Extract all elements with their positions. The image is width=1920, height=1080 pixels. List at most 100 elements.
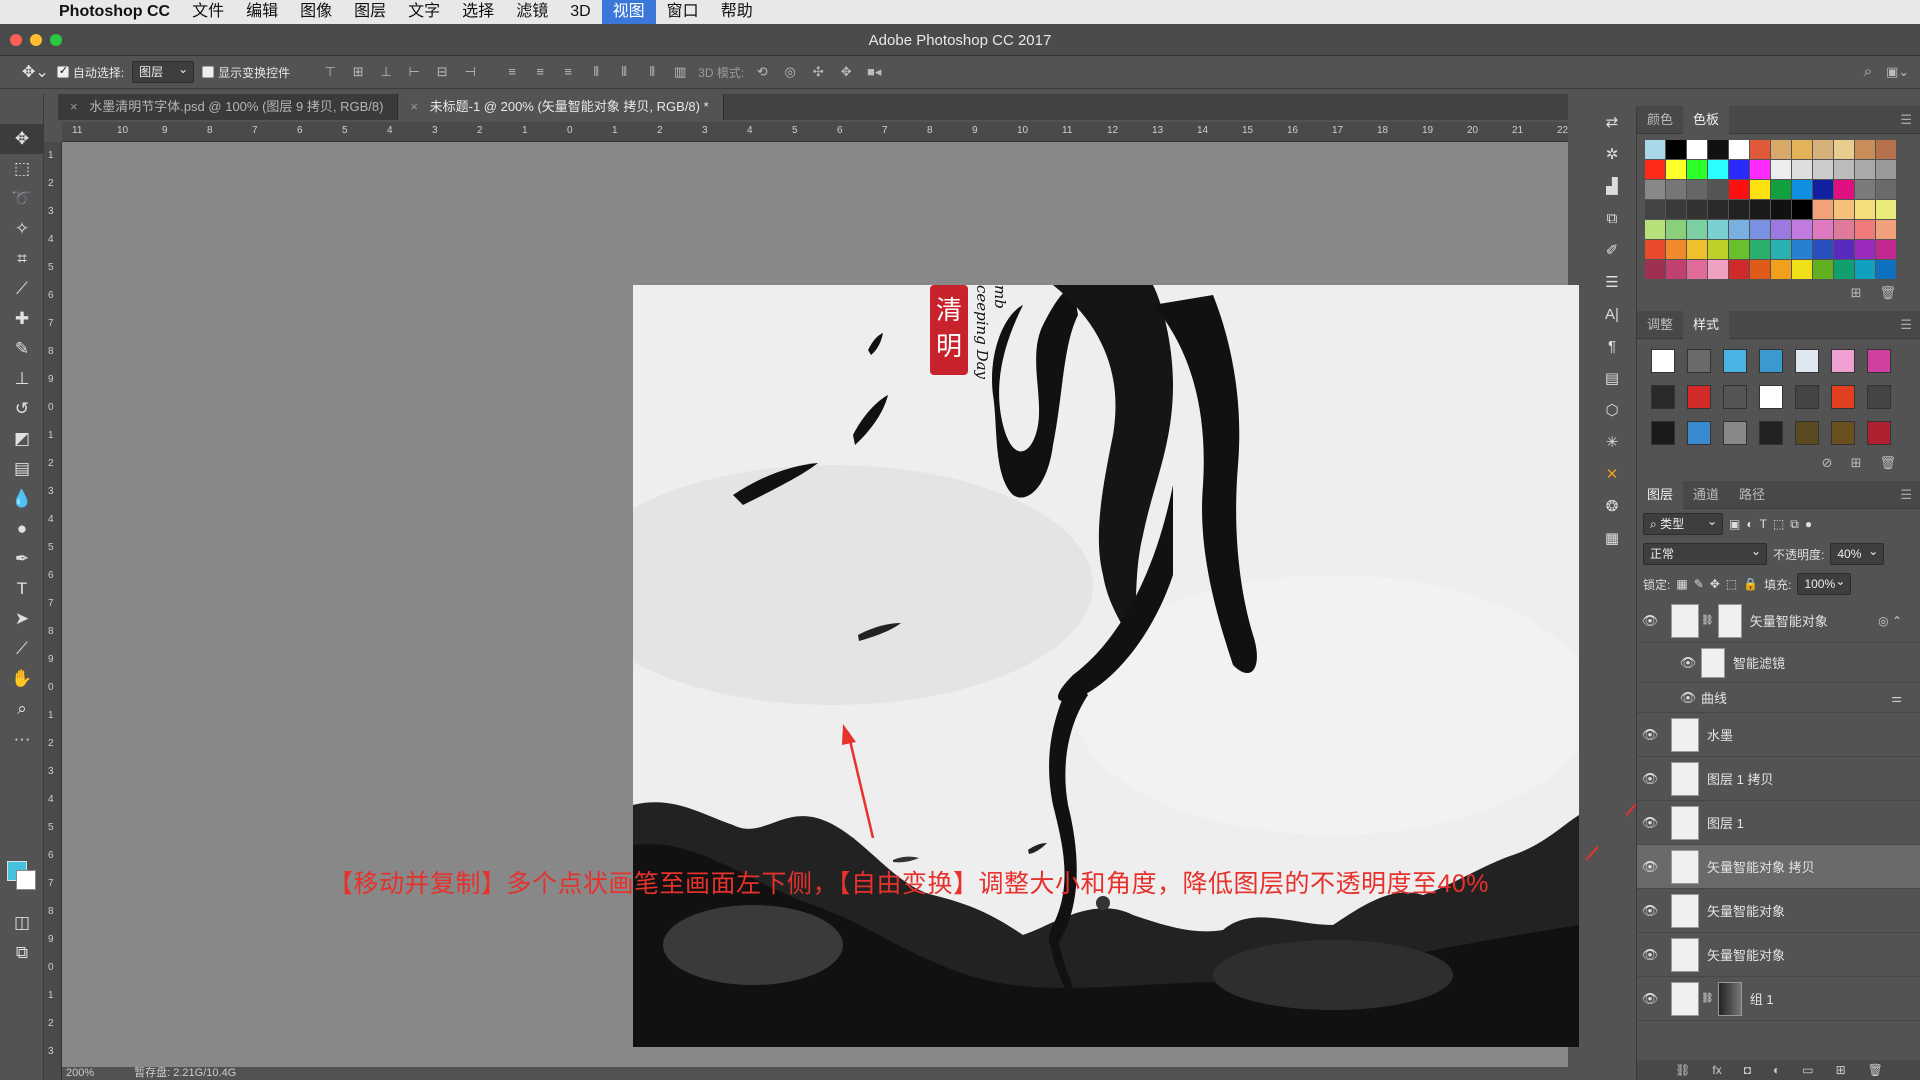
color-swatch[interactable] xyxy=(1750,240,1770,259)
color-swatch[interactable] xyxy=(1750,140,1770,159)
color-swatch[interactable] xyxy=(1813,260,1833,279)
history-panel-icon[interactable]: ⇄ xyxy=(1598,106,1626,138)
delete-swatch-icon[interactable]: 🗑 xyxy=(1879,285,1896,307)
color-swatch[interactable] xyxy=(1834,260,1854,279)
line-tool-icon[interactable]: ⟋ xyxy=(0,634,44,664)
align-left-icon[interactable]: ⊢ xyxy=(404,62,424,82)
lock-all-icon[interactable]: 🔒 xyxy=(1743,577,1758,591)
color-swatch[interactable] xyxy=(1729,240,1749,259)
color-swatch[interactable] xyxy=(1792,200,1812,219)
dodge-tool-icon[interactable]: ● xyxy=(0,514,44,544)
link-layers-icon[interactable]: ⛓ xyxy=(1675,1063,1690,1077)
color-swatch[interactable] xyxy=(1792,160,1812,179)
color-swatch[interactable] xyxy=(1792,260,1812,279)
color-swatch[interactable] xyxy=(1855,240,1875,259)
eyedropper-tool-icon[interactable]: ⟋ xyxy=(0,274,44,304)
menu-view[interactable]: 视图 xyxy=(601,0,656,24)
menu-image[interactable]: 图像 xyxy=(289,0,343,24)
tools-preset-icon[interactable]: ✕ xyxy=(1598,458,1626,490)
color-swatch[interactable] xyxy=(1813,180,1833,199)
auto-select-checkbox[interactable]: 自动选择: xyxy=(56,64,124,81)
distribute-top-icon[interactable]: ≡ xyxy=(502,62,522,82)
layer-row-group[interactable]: 👁 ⛓ 组 1 xyxy=(1637,977,1920,1021)
color-swatch[interactable] xyxy=(1813,220,1833,239)
tab-swatches[interactable]: 色板 xyxy=(1683,105,1730,134)
color-swatch[interactable] xyxy=(1771,240,1791,259)
color-swatch[interactable] xyxy=(1708,220,1728,239)
color-swatch[interactable] xyxy=(1645,260,1665,279)
lock-transparency-icon[interactable]: ▦ xyxy=(1676,577,1687,591)
type-tool-icon[interactable]: T xyxy=(0,574,44,604)
layer-row-selected[interactable]: 👁 矢量智能对象 拷贝 xyxy=(1637,845,1920,889)
crop-tool-icon[interactable]: ⌗ xyxy=(0,244,44,274)
layer-row[interactable]: 👁 矢量智能对象 xyxy=(1637,933,1920,977)
color-swatch[interactable] xyxy=(1645,200,1665,219)
align-right-icon[interactable]: ⊣ xyxy=(460,62,480,82)
menu-edit[interactable]: 编辑 xyxy=(235,0,289,24)
style-preset[interactable] xyxy=(1831,385,1855,409)
color-swatch[interactable] xyxy=(1813,240,1833,259)
menu-3d[interactable]: 3D xyxy=(559,0,601,24)
fill-input[interactable]: 100% xyxy=(1797,571,1852,595)
canvas-workspace[interactable]: 清明 mb ceeping Day ➚ xyxy=(62,142,1579,1067)
color-swatch[interactable] xyxy=(1771,140,1791,159)
color-swatch[interactable] xyxy=(1813,140,1833,159)
align-hcenter-icon[interactable]: ⊟ xyxy=(432,62,452,82)
visibility-eye-icon[interactable]: 👁 xyxy=(1675,690,1701,706)
new-layer-icon[interactable]: ⊞ xyxy=(1836,1063,1846,1077)
menu-window[interactable]: 窗口 xyxy=(656,0,710,24)
color-swatch[interactable] xyxy=(1855,260,1875,279)
horizontal-ruler[interactable]: 11 10 9 8 7 6 5 4 3 2 1 0 1 2 3 4 5 6 7 8 9 10 11 12 13 14 15 16 17 1… xyxy=(62,122,1568,142)
color-swatch[interactable] xyxy=(1855,180,1875,199)
style-preset[interactable] xyxy=(1651,421,1675,445)
distribute-left-icon[interactable]: ⫴ xyxy=(586,62,606,82)
style-preset[interactable] xyxy=(1687,385,1711,409)
color-swatch[interactable] xyxy=(1834,180,1854,199)
move-tool-icon[interactable]: ✥ xyxy=(0,124,44,154)
3d-roll-icon[interactable]: ◎ xyxy=(780,62,800,82)
panel-menu-icon[interactable]: ☰ xyxy=(1900,112,1912,128)
distribute-hcenter-icon[interactable]: ⫴ xyxy=(614,62,634,82)
magic-wand-tool-icon[interactable]: ✧ xyxy=(0,214,44,244)
3d-slide-icon[interactable]: ✥ xyxy=(836,62,856,82)
visibility-eye-icon[interactable]: 👁 xyxy=(1637,991,1663,1007)
clear-style-icon[interactable]: ⊘ xyxy=(1822,455,1833,477)
distribute-bottom-icon[interactable]: ≡ xyxy=(558,62,578,82)
visibility-eye-icon[interactable]: 👁 xyxy=(1637,613,1663,629)
distribute-vcenter-icon[interactable]: ≡ xyxy=(530,62,550,82)
zoom-level[interactable]: 200% xyxy=(66,1067,94,1080)
layer-style-icon[interactable]: fx xyxy=(1712,1063,1721,1077)
hand-tool-icon[interactable]: ✋ xyxy=(0,664,44,694)
color-swatch[interactable] xyxy=(1729,180,1749,199)
color-swatch[interactable] xyxy=(1876,160,1896,179)
style-preset[interactable] xyxy=(1795,385,1819,409)
lock-artboard-icon[interactable]: ⬚ xyxy=(1726,577,1737,591)
3d-orbit-icon[interactable]: ⟲ xyxy=(752,62,772,82)
color-swatch[interactable] xyxy=(1687,160,1707,179)
tab-styles[interactable]: 样式 xyxy=(1683,310,1730,339)
character-panel-icon[interactable]: A| xyxy=(1598,298,1626,330)
color-swatch[interactable] xyxy=(1855,220,1875,239)
color-swatch[interactable] xyxy=(1666,220,1686,239)
delete-layer-icon[interactable]: 🗑 xyxy=(1868,1063,1883,1077)
color-swatch[interactable] xyxy=(1855,200,1875,219)
color-swatch[interactable] xyxy=(1876,140,1896,159)
notes-panel-icon[interactable]: ▤ xyxy=(1598,362,1626,394)
visibility-eye-icon[interactable]: 👁 xyxy=(1637,771,1663,787)
color-swatch[interactable] xyxy=(1729,200,1749,219)
doc-size-info[interactable]: 暂存盘: 2.21G/10.4G xyxy=(134,1067,236,1080)
color-swatch[interactable] xyxy=(1876,200,1896,219)
menu-select[interactable]: 选择 xyxy=(451,0,505,24)
clone-stamp-tool-icon[interactable]: ⊥ xyxy=(0,364,44,394)
style-preset[interactable] xyxy=(1651,349,1675,373)
tab-document-2[interactable]: × 未标题-1 @ 200% (矢量智能对象 拷贝, RGB/8) * xyxy=(398,94,724,120)
style-preset[interactable] xyxy=(1831,349,1855,373)
group-mask-thumbnail[interactable] xyxy=(1717,981,1742,1016)
3d-panel-icon[interactable]: ⬡ xyxy=(1598,394,1626,426)
3d-pan-icon[interactable]: ✣ xyxy=(808,62,828,82)
color-swatch[interactable] xyxy=(1876,180,1896,199)
gradient-tool-icon[interactable]: ▤ xyxy=(0,454,44,484)
lock-position-icon[interactable]: ✥ xyxy=(1710,577,1720,591)
color-swatch[interactable] xyxy=(1687,240,1707,259)
color-swatch[interactable] xyxy=(1708,200,1728,219)
